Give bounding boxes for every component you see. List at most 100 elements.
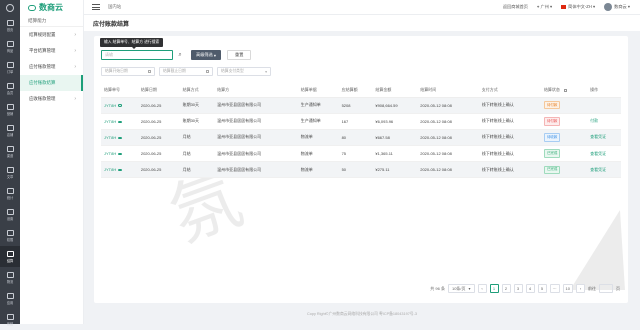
page-number-button[interactable]: 1 — [489, 284, 499, 293]
cell-code: JYT8H — [101, 129, 138, 147]
cell-pay: 线下转账线上确认 — [478, 145, 541, 163]
settlement-code-link[interactable]: JYT8H — [104, 135, 116, 140]
sidebar-item[interactable]: 平台结算管理 › — [20, 43, 83, 59]
pagination: 共 96 条 10条/页 ▾ ‹ 1 2 3 4 5 ··· 10 › 前往 页 — [430, 284, 620, 293]
sidebar-item-label: 结算规则配置 — [29, 32, 56, 37]
language-selector[interactable]: 简体中文-ZH ▾ — [561, 4, 595, 10]
end-date-placeholder: 结算截止日期 — [163, 69, 186, 73]
settlement-code-link[interactable]: JYT8H — [104, 103, 116, 108]
row-action-link[interactable]: 查看凭证 — [590, 167, 606, 172]
icon-rail: 首页 商品 订单 会员 营销 店铺 渠道 文章 统计 设置 权限 结算 物流 应用 系统 — [0, 0, 20, 326]
cell-party: 温州市亚县居居有限公司 — [214, 129, 298, 147]
rail-item-store[interactable]: 店铺 — [0, 120, 20, 141]
search-icon[interactable]: ⌕ — [175, 50, 185, 60]
search-input[interactable]: 请输 — [101, 50, 173, 60]
cell-text: 物流单 — [300, 150, 313, 156]
rail-item-app[interactable]: 应用 — [0, 288, 20, 309]
location-selector[interactable]: ⌖ 广州 ▾ — [537, 4, 552, 10]
back-home-link[interactable]: 返回商城首页 — [503, 4, 528, 10]
eye-icon[interactable] — [118, 169, 122, 172]
goto-page-input[interactable] — [599, 284, 613, 293]
sidebar-item[interactable]: 应收账款管理 › — [20, 91, 83, 107]
cell-doc: 物流单 — [297, 161, 339, 179]
search-tooltip: 输入 结算单号、结算方 进行搜索 — [100, 38, 164, 49]
sidebar-item-label: 应付账款结算 — [29, 80, 56, 85]
order-icon — [6, 61, 14, 68]
reset-button[interactable]: 重置 — [227, 50, 252, 60]
page-number-button[interactable]: 10 — [562, 284, 573, 293]
cell-pay: 线下转账线上确认 — [478, 129, 541, 147]
page-size-select[interactable]: 10条/页 ▾ — [447, 284, 475, 293]
page-number-button[interactable]: 2 — [501, 284, 511, 293]
eye-icon[interactable] — [118, 104, 122, 107]
cell-amount: 5208 — [338, 97, 373, 114]
settlement-code-link[interactable]: JYT8H — [104, 151, 116, 156]
pay-type-select[interactable]: 结算支付类型 ▾ — [217, 67, 271, 76]
rail-item-label: 会员 — [6, 90, 14, 95]
rail-item-logistics[interactable]: 物流 — [0, 267, 20, 288]
rail-item-marketing[interactable]: 营销 — [0, 99, 20, 120]
prev-page-button[interactable]: ‹ — [477, 284, 487, 293]
system-icon — [6, 313, 14, 320]
user-name: 数商云 — [614, 4, 627, 10]
row-action-link[interactable]: 付款 — [590, 118, 598, 123]
page-number-button[interactable]: ··· — [549, 284, 560, 293]
start-date-picker[interactable]: 结算开始日期 — [101, 67, 155, 76]
rail-item-member[interactable]: 会员 — [0, 78, 20, 99]
rail-item-label: 订单 — [6, 69, 14, 74]
rail-item-label: 应用 — [6, 300, 14, 305]
rail-item-settle[interactable]: 结算 — [0, 246, 20, 267]
hamburger-menu-icon[interactable] — [92, 4, 100, 10]
china-flag-icon — [561, 5, 567, 9]
row-action-link[interactable]: 查看凭证 — [590, 151, 606, 156]
rail-item-home[interactable]: 首页 — [0, 15, 20, 36]
eye-icon[interactable] — [118, 152, 122, 156]
column-header: 结算状态 — [540, 84, 588, 98]
cell-amount: 80 — [338, 129, 373, 147]
rail-item-channel[interactable]: 渠道 — [0, 141, 20, 162]
cell-text: 2020-06-25 — [140, 102, 162, 108]
cell-status: 待付款 — [540, 113, 588, 130]
brand-logo[interactable]: 数商云 — [20, 0, 83, 15]
column-header-label: 结算方式 — [182, 87, 199, 93]
end-date-picker[interactable]: 结算截止日期 — [159, 67, 213, 76]
brand-circle-icon — [6, 3, 14, 12]
settlement-code-link[interactable]: JYT8H — [104, 167, 116, 172]
rail-item-system[interactable]: 系统 — [0, 309, 20, 330]
page-number-button[interactable]: 3 — [513, 284, 523, 293]
goto-label: 前往 — [588, 285, 596, 291]
cell-text: 物流单 — [300, 166, 313, 172]
rail-item-stats[interactable]: 统计 — [0, 183, 20, 204]
column-header-label: 结算单号 — [104, 87, 120, 93]
cell-op — [587, 97, 621, 114]
column-header-label: 操作 — [590, 87, 599, 93]
settlement-code-link[interactable]: JYT8H — [104, 119, 116, 124]
rail-item-order[interactable]: 订单 — [0, 57, 20, 78]
cell-money: ¥275.11 — [372, 161, 418, 179]
advanced-filter-button[interactable]: 高级筛选 ▾ — [191, 50, 222, 60]
rail-item-permission[interactable]: 权限 — [0, 225, 20, 246]
header-right: 返回商城首页 ⌖ 广州 ▾ 简体中文-ZH ▾ 数商云 ▾ — [503, 3, 640, 11]
eye-icon[interactable] — [118, 120, 122, 123]
site-switch[interactable]: 国内站 — [108, 4, 121, 10]
user-menu[interactable]: 数商云 ▾ — [604, 3, 630, 11]
cell-text: 温州市亚县居居有限公司 — [217, 118, 262, 124]
chevron-right-icon: › — [74, 96, 76, 102]
page-title: 应付账款结算 — [84, 15, 640, 31]
filter-icon[interactable] — [563, 88, 567, 92]
sidebar-item[interactable]: 应付账款管理 › — [20, 59, 83, 75]
cell-amount: 167 — [338, 113, 373, 130]
sidebar-item[interactable]: 应付账款结算 — [20, 75, 83, 91]
page-number-button[interactable]: 5 — [537, 284, 547, 293]
rail-item-goods[interactable]: 商品 — [0, 36, 20, 57]
eye-icon[interactable] — [118, 136, 122, 140]
page-number-button[interactable]: 4 — [525, 284, 535, 293]
next-page-button[interactable]: › — [576, 284, 585, 293]
cell-code: JYT8H — [101, 97, 138, 114]
row-action-link[interactable]: 查看凭证 — [590, 134, 606, 139]
sidebar-item[interactable]: 结算规则配置 › — [20, 27, 83, 43]
rail-item-settings[interactable]: 设置 — [0, 204, 20, 225]
cell-text: 账期30天 — [182, 118, 200, 124]
rail-item-article[interactable]: 文章 — [0, 162, 20, 183]
cell-text: ¥1,365.11 — [375, 151, 393, 157]
